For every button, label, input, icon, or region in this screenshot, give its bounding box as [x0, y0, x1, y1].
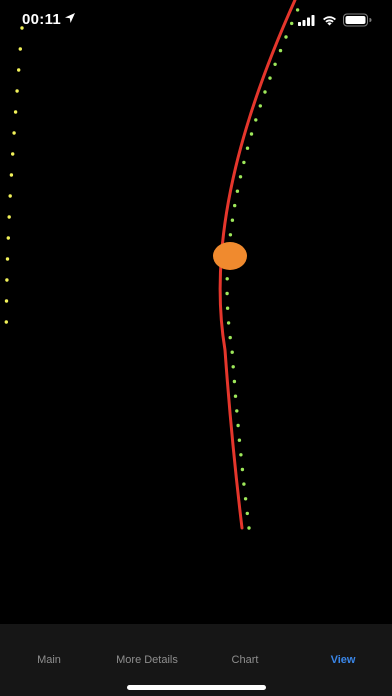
trail-dot [235, 409, 239, 413]
trail-dot [240, 467, 245, 472]
trail-dot [295, 8, 300, 12]
tab-chart[interactable]: Chart [232, 654, 259, 668]
trail-dot [228, 233, 233, 237]
trail-dot [15, 89, 19, 93]
trail-dot [233, 203, 237, 208]
trail-dot [20, 26, 24, 30]
trail-dot [247, 526, 251, 530]
trail-dot [225, 306, 230, 310]
trail-dot [228, 335, 232, 340]
trail-dot [5, 257, 10, 261]
trail-dot [243, 497, 248, 501]
trail-dot [254, 118, 258, 122]
tab-view[interactable]: View [331, 654, 356, 668]
trail-dot [230, 218, 235, 222]
trail-dot [7, 215, 11, 219]
trail-dot [245, 511, 249, 516]
trail-dot [273, 62, 277, 66]
trajectory-view[interactable] [0, 0, 392, 624]
trail-dot [9, 173, 14, 177]
home-indicator [127, 685, 266, 690]
yellow-dot-trail [4, 26, 24, 324]
trail-dot [5, 278, 9, 282]
trail-dot [237, 438, 242, 442]
trail-dot [249, 132, 254, 136]
trail-dot [233, 394, 238, 398]
trail-dot [226, 321, 231, 325]
trail-dot [242, 160, 246, 165]
trail-dot [245, 146, 250, 150]
position-marker[interactable] [213, 242, 247, 270]
trail-dot [263, 90, 267, 94]
green-dot-trail [225, 8, 300, 530]
trail-dot [18, 47, 22, 51]
trail-dot [230, 350, 234, 354]
tab-main[interactable]: Main [37, 654, 61, 668]
trail-dot [4, 299, 9, 303]
trail-dot [12, 131, 16, 135]
trail-dot [242, 482, 246, 486]
trail-dot [284, 35, 288, 39]
tab-more-details[interactable]: More Details [116, 654, 178, 668]
trail-dot [239, 453, 243, 457]
trail-dot [225, 277, 229, 281]
trail-dot [268, 76, 272, 80]
trail-dot [231, 365, 235, 369]
trail-dot [4, 320, 8, 324]
trail-dot [290, 21, 294, 26]
trail-dot [8, 194, 12, 198]
trail-dot [13, 110, 18, 114]
trail-dot [11, 152, 15, 156]
trail-dot [236, 423, 240, 428]
trail-dot [6, 236, 10, 240]
trail-dot [225, 291, 229, 296]
trail-dot [238, 175, 243, 179]
trail-dot [232, 379, 237, 384]
trail-dot [258, 104, 262, 108]
trail-dot [235, 189, 240, 193]
trail-dot [278, 48, 283, 53]
trail-dot [17, 68, 21, 72]
